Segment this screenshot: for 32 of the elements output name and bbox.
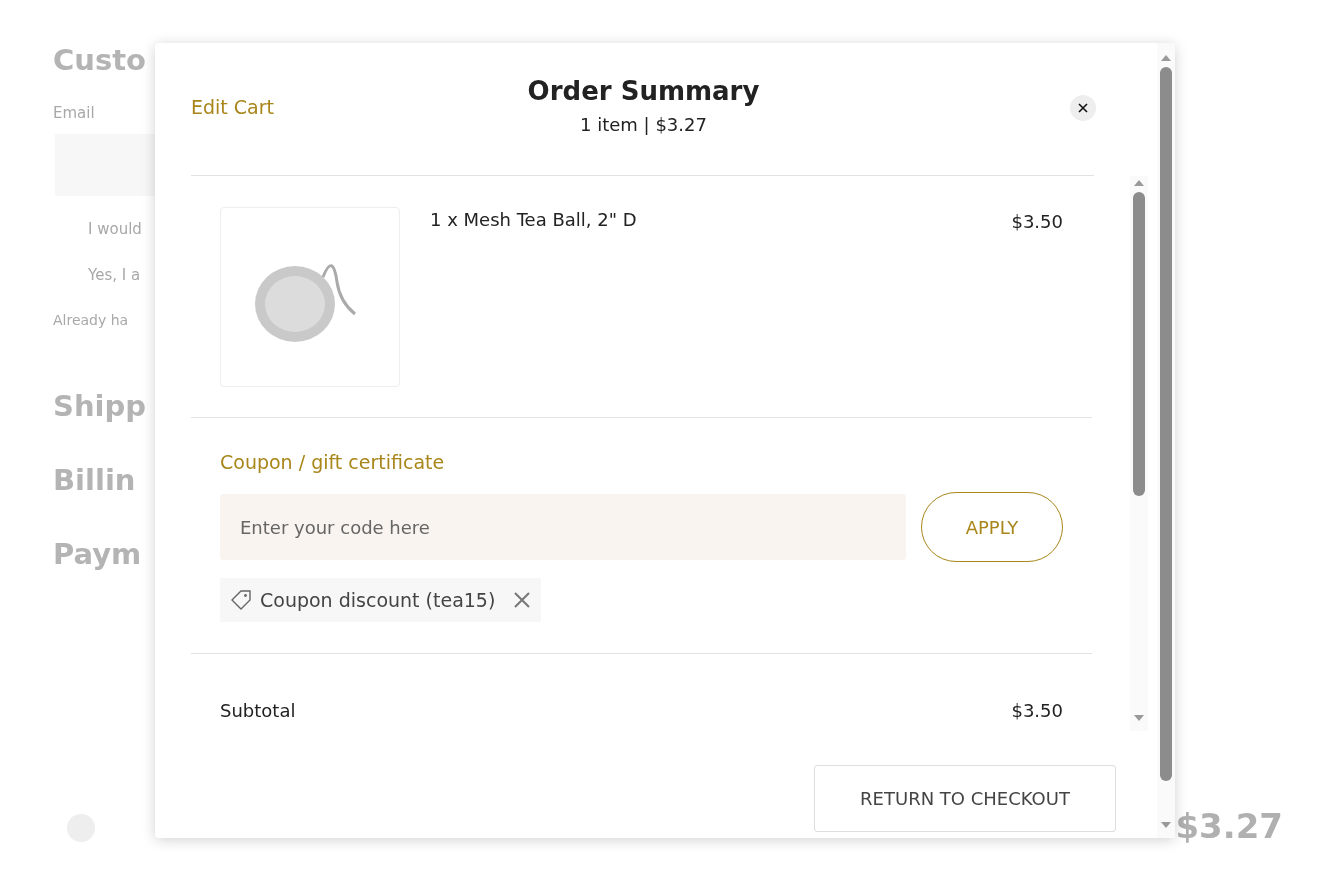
total-label: Subtotal (220, 700, 296, 721)
section-heading: Shipp (53, 388, 146, 425)
close-button[interactable] (1070, 95, 1096, 121)
dialog-scrollbar[interactable] (1157, 43, 1175, 838)
account-note: Already ha (53, 312, 129, 328)
option-text: I would (88, 220, 142, 238)
tag-icon (230, 589, 252, 611)
scroll-up-icon[interactable] (1160, 53, 1172, 63)
dialog-title: Order Summary (527, 75, 760, 106)
section-heading: Billin (53, 462, 136, 499)
email-field[interactable] (55, 134, 155, 196)
close-icon (1078, 103, 1088, 113)
item-price: $3.50 (1011, 211, 1063, 234)
coupon-code-field[interactable]: Enter your code here (220, 494, 906, 560)
coupon-discount-text: Coupon discount (tea15) (260, 589, 496, 611)
scroll-down-icon[interactable] (1133, 713, 1145, 723)
section-heading: Custo (53, 42, 146, 79)
return-to-checkout-button[interactable]: RETURN TO CHECKOUT (814, 765, 1116, 832)
coupon-label: Coupon / gift certificate (220, 450, 446, 474)
inner-scrollbar[interactable] (1130, 176, 1148, 731)
order-total: $3.27 (1175, 806, 1283, 846)
scroll-down-icon[interactable] (1160, 820, 1172, 830)
edit-cart-link[interactable]: Edit Cart (191, 96, 391, 118)
apply-button[interactable]: APPLY (921, 492, 1063, 562)
close-icon (513, 591, 532, 609)
field-label: Email (53, 104, 95, 122)
section-heading: Paym (53, 536, 142, 573)
option-text: Yes, I a (88, 266, 141, 284)
total-value: $3.50 (1011, 700, 1063, 721)
scroll-up-icon[interactable] (1133, 178, 1145, 188)
item-name: 1 x Mesh Tea Ball, 2" D (430, 209, 638, 232)
item-count-total: 1 item | $3.27 (580, 113, 707, 135)
